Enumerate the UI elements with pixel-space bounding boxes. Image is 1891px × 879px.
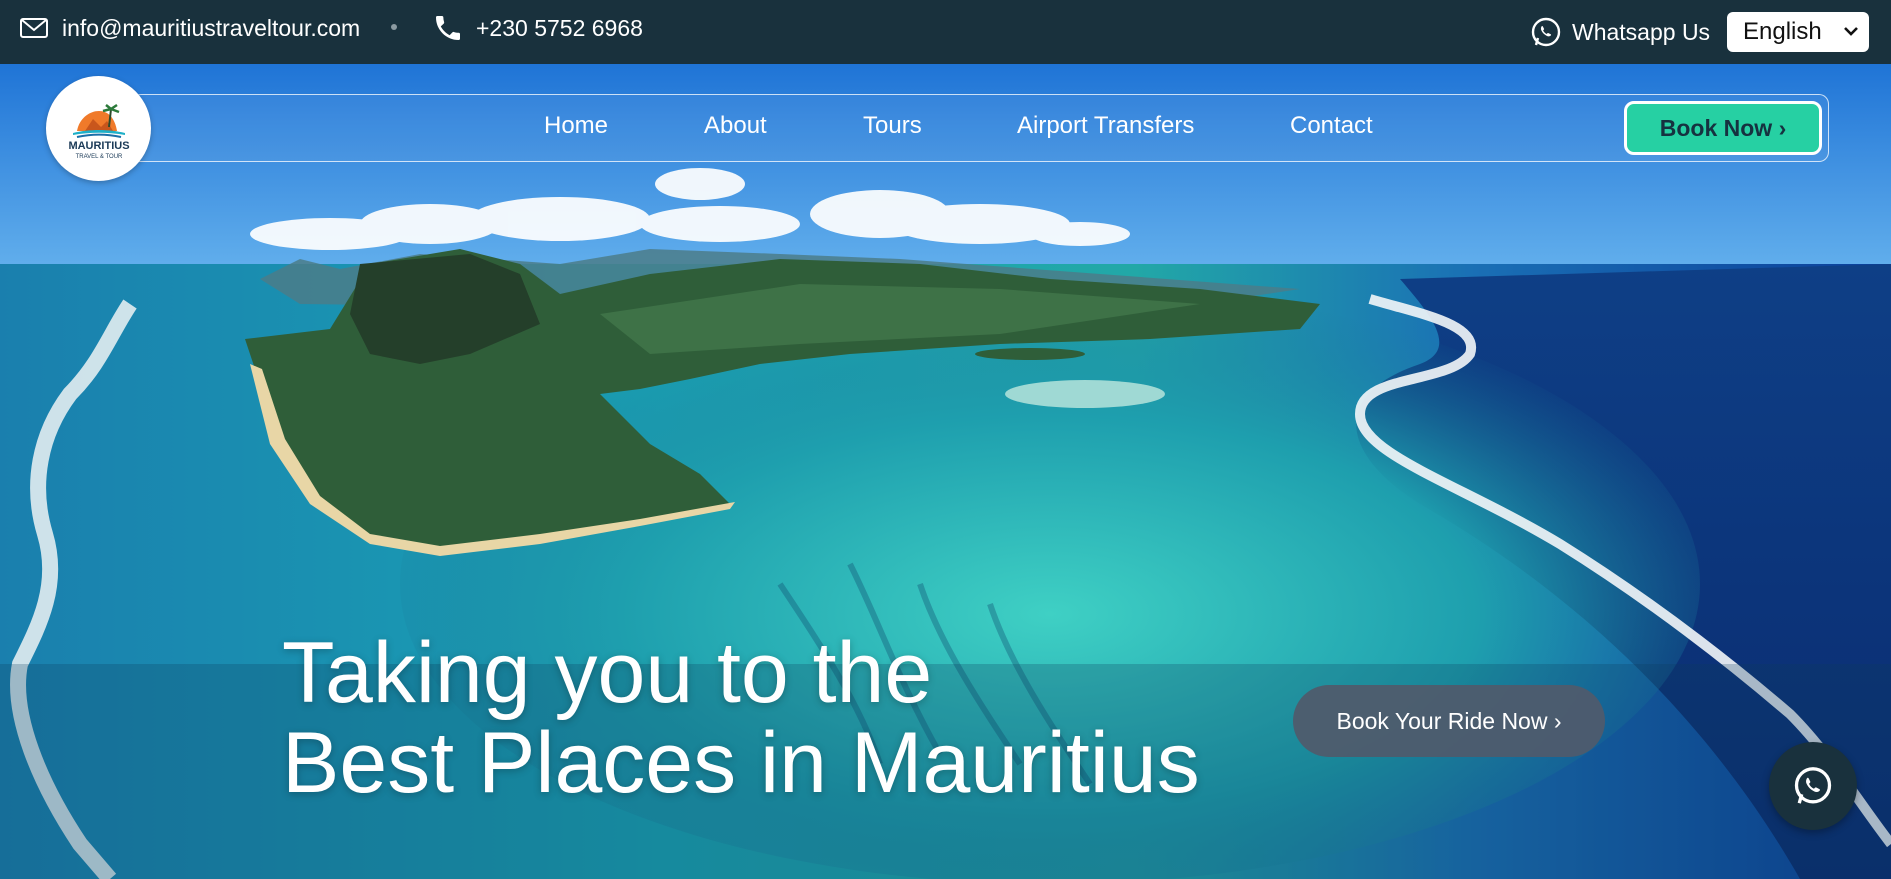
nav-contact[interactable]: Contact [1290, 112, 1373, 140]
nav-airport-transfers[interactable]: Airport Transfers [1017, 112, 1194, 140]
hero-headline-line-2: Best Places in Mauritius [282, 715, 1200, 811]
phone-contact[interactable]: +230 5752 6968 [432, 0, 643, 56]
nav-home[interactable]: Home [544, 112, 608, 140]
logo-brand-text: MAURITIUS [68, 140, 129, 152]
mail-icon [20, 18, 48, 38]
whatsapp-label: Whatsapp Us [1572, 18, 1711, 45]
email-text: info@mauritiustraveltour.com [62, 14, 361, 41]
whatsapp-floating-button[interactable] [1769, 742, 1857, 830]
main-nav-bar [131, 94, 1829, 162]
whatsapp-link[interactable]: Whatsapp Us [1530, 0, 1710, 64]
phone-text: +230 5752 6968 [476, 14, 643, 41]
book-your-ride-button[interactable]: Book Your Ride Now › [1293, 685, 1605, 757]
separator-dot [391, 24, 397, 30]
nav-tours[interactable]: Tours [863, 112, 922, 140]
hero-headline-line-1: Taking you to the [282, 625, 933, 721]
site-logo[interactable]: MAURITIUS TRAVEL & TOUR [46, 76, 151, 181]
phone-icon [436, 16, 460, 40]
nav-about[interactable]: About [704, 112, 767, 140]
whatsapp-fab-icon [1794, 767, 1832, 804]
language-select[interactable]: English [1727, 12, 1869, 52]
whatsapp-icon [1531, 17, 1561, 47]
chevron-down-icon [1844, 27, 1858, 36]
language-value: English [1743, 18, 1822, 45]
email-contact[interactable]: info@mauritiustraveltour.com [20, 0, 360, 56]
hero-headline: Taking you to the Best Places in Mauriti… [282, 628, 1200, 808]
logo-tagline-text: TRAVEL & TOUR [75, 154, 122, 160]
top-bar: info@mauritiustraveltour.com +230 5752 6… [0, 0, 1891, 64]
book-now-button[interactable]: Book Now › [1624, 101, 1822, 155]
mauritius-logo-icon: MAURITIUS TRAVEL & TOUR [68, 103, 129, 160]
